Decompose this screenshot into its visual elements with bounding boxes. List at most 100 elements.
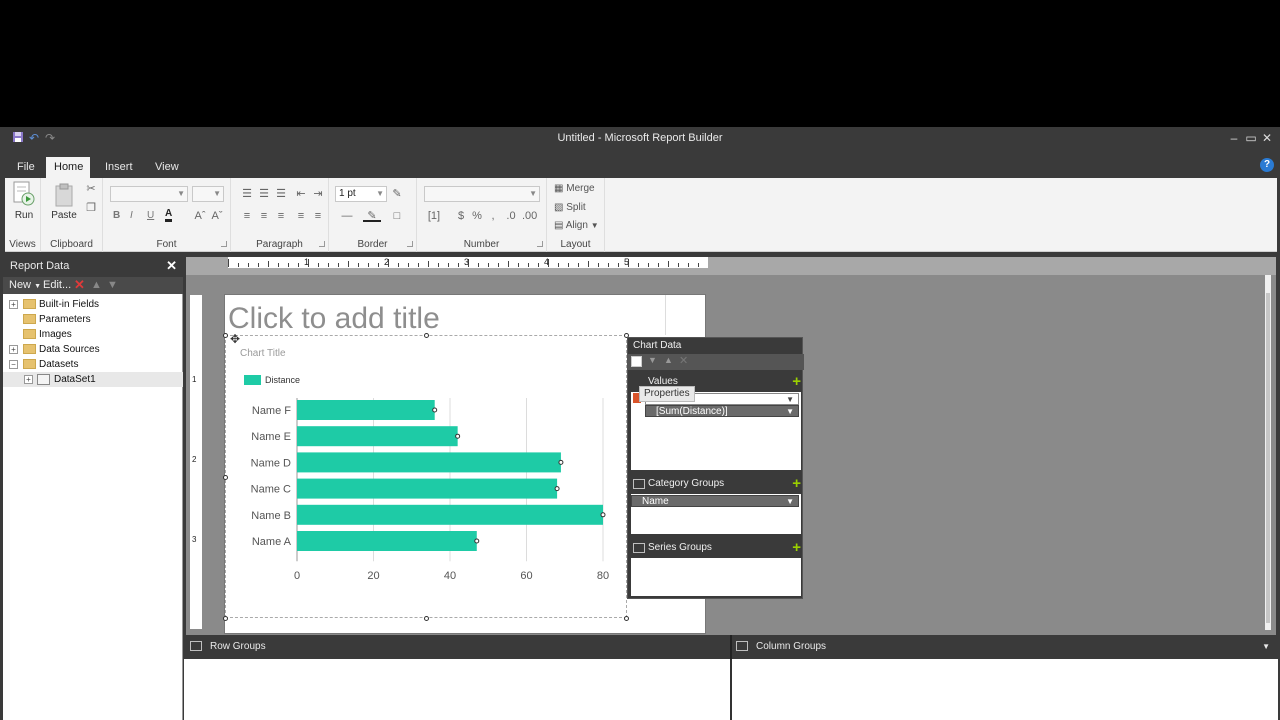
border-weight-select[interactable]: 1 pt ▼	[335, 186, 387, 202]
resize-handle[interactable]	[424, 333, 429, 338]
legend-label[interactable]: Distance	[265, 375, 300, 385]
font-size-select[interactable]: ▼	[192, 186, 224, 202]
chevron-down-icon[interactable]: ▼	[1262, 635, 1270, 659]
number-dialog-launcher[interactable]	[537, 241, 543, 247]
bar-name-c[interactable]	[297, 478, 558, 499]
series-groups-dropzone[interactable]	[631, 558, 801, 596]
copy-icon[interactable]: ❐	[85, 202, 97, 214]
bar-name-b[interactable]	[297, 504, 603, 525]
border-dialog-launcher[interactable]	[407, 241, 413, 247]
scrollbar-thumb[interactable]	[1266, 293, 1270, 623]
font-name-select[interactable]: ▼	[110, 186, 188, 202]
move-down-icon[interactable]: ▼	[648, 355, 657, 365]
resize-handle[interactable]	[223, 616, 228, 621]
add-series-icon[interactable]: +	[792, 540, 801, 555]
help-icon[interactable]: ?	[1260, 158, 1274, 172]
increase-indent-icon[interactable]: ⇥	[312, 188, 324, 200]
bar-selection-handle[interactable]	[474, 538, 480, 544]
move-up-icon[interactable]: ▲	[664, 355, 673, 365]
bar-selection-handle[interactable]	[600, 512, 606, 518]
bar-selection-handle[interactable]	[558, 459, 564, 465]
border-color-icon[interactable]: ✎	[391, 188, 403, 200]
placeholder-styles-icon[interactable]: [1]	[425, 210, 443, 222]
resize-handle[interactable]	[424, 616, 429, 621]
bar-name-a[interactable]	[297, 531, 477, 551]
font-color-button[interactable]: A	[165, 207, 173, 222]
properties-icon[interactable]	[631, 356, 642, 367]
minimize-icon[interactable]: –	[1226, 130, 1242, 146]
tree-item-built-in-fields[interactable]: + Built-in Fields	[3, 297, 183, 312]
tree-item-parameters[interactable]: Parameters	[3, 312, 183, 327]
bar-name-d[interactable]	[297, 452, 561, 473]
close-panel-icon[interactable]: ✕	[166, 258, 177, 274]
move-handle-icon[interactable]: ✥	[230, 332, 240, 346]
merge-button[interactable]: ▦ Merge	[554, 181, 595, 197]
add-category-icon[interactable]: +	[792, 476, 801, 491]
tab-view[interactable]: View	[147, 157, 187, 178]
split-button[interactable]: ▧ Split	[554, 200, 586, 216]
align-middle-icon[interactable]: ☰	[258, 188, 270, 200]
tab-home[interactable]: Home	[46, 157, 90, 178]
shrink-font-icon[interactable]: Aˇ	[211, 210, 223, 222]
move-up-icon[interactable]: ▲	[91, 279, 102, 291]
add-value-icon[interactable]: +	[792, 374, 801, 389]
comma-style-icon[interactable]: ,	[487, 210, 499, 222]
expand-icon[interactable]: +	[24, 375, 33, 384]
align-left-icon[interactable]: ≡	[241, 210, 253, 222]
resize-handle[interactable]	[624, 616, 629, 621]
number-format-select[interactable]: ▼	[424, 186, 540, 202]
bar-name-f[interactable]	[297, 400, 435, 420]
value-field[interactable]: [Sum(Distance)] ▼	[645, 405, 799, 417]
collapse-icon[interactable]: −	[9, 360, 18, 369]
expand-icon[interactable]: +	[9, 345, 18, 354]
bar-selection-handle[interactable]	[554, 486, 560, 492]
bar-name-e[interactable]	[297, 426, 458, 447]
italic-button[interactable]: I	[130, 208, 133, 224]
close-window-icon[interactable]: ✕	[1259, 130, 1275, 146]
legend-swatch[interactable]	[244, 375, 261, 385]
bold-button[interactable]: B	[113, 208, 120, 224]
new-button[interactable]: New ▼	[9, 279, 41, 291]
expand-icon[interactable]: +	[9, 300, 18, 309]
align-button[interactable]: ▤ Align ▼	[554, 218, 599, 234]
tree-item-dataset1[interactable]: + DataSet1	[3, 372, 183, 387]
delete-field-icon[interactable]: ✕	[679, 354, 688, 367]
tree-item-datasets[interactable]: − Datasets	[3, 357, 183, 372]
grow-font-icon[interactable]: Aˆ	[194, 210, 206, 222]
currency-icon[interactable]: $	[455, 210, 467, 222]
paste-button[interactable]: Paste	[49, 183, 79, 221]
tab-file[interactable]: File	[9, 157, 43, 178]
bar-selection-handle[interactable]	[455, 433, 461, 439]
tree-item-images[interactable]: Images	[3, 327, 183, 342]
bullet-list-icon[interactable]: ≡	[295, 210, 307, 222]
report-title-placeholder[interactable]: Click to add title	[228, 302, 440, 336]
values-dropzone[interactable]: ▼ [Sum(Distance)] ▼	[631, 392, 801, 470]
align-right-icon[interactable]: ≡	[275, 210, 287, 222]
bar-chart[interactable]: Chart Title Distance Name F Name E Name D N…	[226, 336, 628, 619]
decrease-decimals-icon[interactable]: .00	[522, 210, 537, 222]
borders-icon[interactable]: □	[391, 210, 403, 222]
category-groups-dropzone[interactable]: Name ▼	[631, 494, 801, 534]
number-list-icon[interactable]: ≡	[312, 210, 324, 222]
border-style-icon[interactable]: —	[337, 210, 357, 222]
maximize-icon[interactable]: ▭	[1243, 130, 1259, 146]
delete-icon[interactable]: ✕	[74, 277, 85, 293]
move-down-icon[interactable]: ▼	[107, 279, 118, 291]
resize-handle[interactable]	[223, 475, 228, 480]
cut-icon[interactable]: ✂	[85, 183, 97, 195]
bar-selection-handle[interactable]	[432, 407, 438, 413]
paragraph-dialog-launcher[interactable]	[319, 241, 325, 247]
align-center-icon[interactable]: ≡	[258, 210, 270, 222]
fill-color-icon[interactable]: ✎	[363, 210, 381, 222]
increase-decimals-icon[interactable]: .0	[505, 210, 517, 222]
align-top-icon[interactable]: ☰	[241, 188, 253, 200]
run-button[interactable]: Run	[9, 181, 39, 221]
resize-handle[interactable]	[223, 333, 228, 338]
font-dialog-launcher[interactable]	[221, 241, 227, 247]
underline-button[interactable]: U	[147, 208, 154, 224]
percent-icon[interactable]: %	[471, 210, 483, 222]
tab-insert[interactable]: Insert	[97, 157, 141, 178]
decrease-indent-icon[interactable]: ⇤	[295, 188, 307, 200]
edit-button[interactable]: Edit...	[43, 279, 71, 291]
align-bottom-icon[interactable]: ☰	[275, 188, 287, 200]
